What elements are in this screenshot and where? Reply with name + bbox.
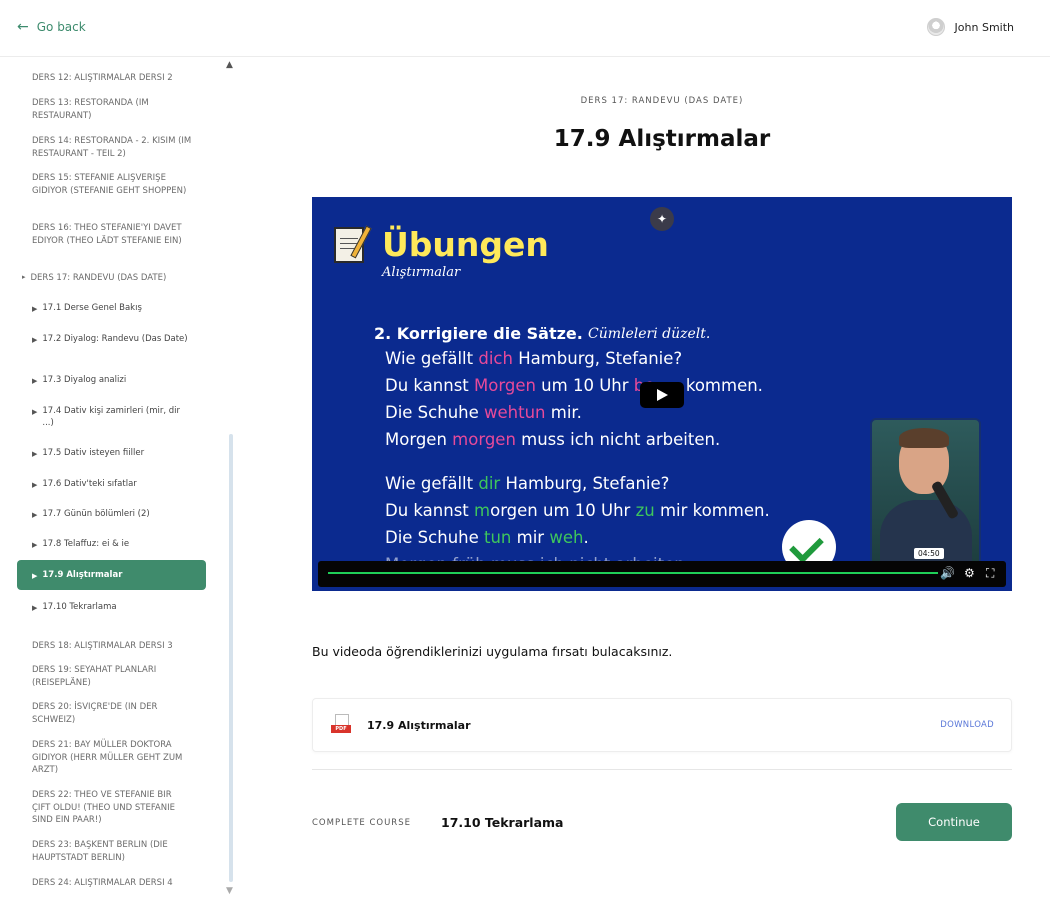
video-sentence: Morgen morgen muss ich nicht arbeiten. bbox=[385, 430, 721, 449]
sub-label: 17.8 Telaffuz: ei & ie bbox=[42, 539, 130, 549]
sidebar-lesson-19[interactable]: DERS 19: SEYAHAT PLANLARI (REISEPLÄNE) bbox=[32, 664, 192, 689]
gear-icon[interactable]: ⚙ bbox=[964, 566, 975, 580]
sub-label: 17.1 Derse Genel Bakış bbox=[42, 303, 142, 313]
divider bbox=[312, 769, 1012, 770]
video-sentence: Wie gefällt dir Hamburg, Stefanie? bbox=[385, 474, 670, 493]
sidebar-sub-17-7[interactable]: ▶ 17.7 Günün bölümleri (2) bbox=[32, 508, 192, 521]
go-back-label: Go back bbox=[36, 20, 86, 34]
chevron-down-icon[interactable]: ▼ bbox=[226, 886, 233, 896]
video-heading: Übungen bbox=[382, 225, 549, 264]
play-triangle-icon: ▶ bbox=[32, 481, 38, 489]
play-triangle-icon: ▶ bbox=[32, 541, 38, 549]
page-title: 17.9 Alıştırmalar bbox=[553, 126, 771, 152]
sub-label: 17.6 Dativ'teki sıfatlar bbox=[42, 479, 137, 489]
video-sentence: Wie gefällt dich Hamburg, Stefanie? bbox=[385, 349, 683, 368]
play-button[interactable] bbox=[640, 382, 684, 408]
next-lesson-title: 17.10 Tekrarlama bbox=[441, 815, 564, 830]
video-sentence: Du kannst morgen um 10 Uhr zu mir kommen… bbox=[385, 501, 770, 520]
sidebar-sub-17-9-active[interactable]: ▶ 17.9 Alıştırmalar bbox=[17, 560, 206, 590]
sidebar-lesson-14[interactable]: DERS 14: RESTORANDA - 2. KISIM (IM RESTA… bbox=[32, 135, 192, 160]
play-triangle-icon: ▶ bbox=[32, 408, 38, 416]
sidebar-sub-17-1[interactable]: ▶ 17.1 Derse Genel Bakış bbox=[32, 302, 192, 315]
play-triangle-icon: ▶ bbox=[32, 336, 38, 344]
play-triangle-icon: ▶ bbox=[32, 305, 38, 313]
video-sentence: Du kannst Morgen um 10 Uhr be kommen. bbox=[385, 376, 763, 395]
lesson-kicker: DERS 17: RANDEVU (DAS DATE) bbox=[580, 96, 744, 106]
sparkle-icon[interactable]: ✦ bbox=[650, 207, 674, 231]
video-sentence: Die Schuhe wehtun mir. bbox=[385, 403, 582, 422]
video-subheading: Alıştırmalar bbox=[382, 265, 461, 280]
course-sidebar: · · · ▲ ▼ DERS 12: ALIŞTIRMALAR DERSI 2 … bbox=[0, 57, 240, 900]
sidebar-lesson-17[interactable]: ▸ DERS 17: RANDEVU (DAS DATE) bbox=[22, 273, 166, 283]
sidebar-sub-17-10[interactable]: ▶ 17.10 Tekrarlama bbox=[32, 601, 192, 614]
user-menu[interactable]: John Smith bbox=[926, 18, 1014, 36]
expand-arrow-icon: ▸ bbox=[22, 273, 26, 281]
sub-label: 17.2 Diyalog: Randevu (Das Date) bbox=[42, 334, 188, 344]
volume-icon[interactable]: 🔊 bbox=[940, 566, 955, 580]
arrow-left-icon: ← bbox=[17, 19, 29, 35]
sidebar-lesson-23[interactable]: DERS 23: BAŞKENT BERLIN (DIE HAUPTSTADT … bbox=[32, 839, 192, 864]
sidebar-lesson-16[interactable]: DERS 16: THEO STEFANIE'YI DAVET EDIYOR (… bbox=[32, 222, 192, 247]
sub-label: 17.3 Diyalog analizi bbox=[42, 375, 127, 385]
sidebar-sub-17-6[interactable]: ▶ 17.6 Dativ'teki sıfatlar bbox=[32, 478, 192, 491]
clipped-item: · · · bbox=[32, 57, 46, 61]
time-tooltip: 04:50 bbox=[914, 548, 944, 559]
play-triangle-icon: ▶ bbox=[32, 377, 38, 385]
sub-label: 17.10 Tekrarlama bbox=[42, 602, 117, 612]
sidebar-lesson-20[interactable]: DERS 20: İSVIÇRE'DE (IN DER SCHWEIZ) bbox=[32, 701, 192, 726]
sidebar-lesson-12[interactable]: DERS 12: ALIŞTIRMALAR DERSI 2 bbox=[32, 72, 192, 85]
sidebar-lesson-18[interactable]: DERS 18: ALIŞTIRMALAR DERSI 3 bbox=[32, 640, 192, 653]
play-triangle-icon: ▶ bbox=[32, 604, 38, 612]
sub-label: 17.9 Alıştırmalar bbox=[42, 570, 123, 580]
video-player[interactable]: ✦ Übungen Alıştırmalar 2. Korrigiere die… bbox=[312, 197, 1012, 591]
go-back-link[interactable]: ← Go back bbox=[17, 20, 86, 34]
sidebar-scrollbar[interactable] bbox=[229, 434, 233, 882]
lesson-description: Bu videoda öğrendiklerinizi uygulama fır… bbox=[312, 644, 673, 659]
fullscreen-icon[interactable]: ⛶ bbox=[986, 566, 994, 581]
attachment-card: PDF 17.9 Alıştırmalar DOWNLOAD bbox=[312, 698, 1012, 752]
sidebar-sub-17-4[interactable]: ▶ 17.4 Dativ kişi zamirleri (mir, dir ...… bbox=[32, 405, 192, 429]
progress-bar[interactable] bbox=[328, 572, 938, 574]
sidebar-lesson-13[interactable]: DERS 13: RESTORANDA (IM RESTAURANT) bbox=[32, 97, 192, 122]
sidebar-sub-17-8[interactable]: ▶ 17.8 Telaffuz: ei & ie bbox=[32, 538, 192, 551]
presenter-hair bbox=[899, 428, 949, 448]
sub-label: 17.5 Dativ isteyen fiiller bbox=[42, 448, 145, 458]
video-controls: 04:50 🔊 ⚙ ⛶ bbox=[318, 548, 1006, 587]
sub-label: 17.7 Günün bölümleri (2) bbox=[42, 509, 150, 519]
continue-button[interactable]: Continue bbox=[896, 803, 1012, 841]
play-triangle-icon: ▶ bbox=[32, 511, 38, 519]
download-link[interactable]: DOWNLOAD bbox=[940, 720, 994, 730]
complete-course-label: COMPLETE COURSE bbox=[312, 818, 411, 828]
play-triangle-icon: ▶ bbox=[32, 450, 38, 458]
attachment-name: 17.9 Alıştırmalar bbox=[367, 719, 471, 732]
sidebar-lesson-17-label: DERS 17: RANDEVU (DAS DATE) bbox=[30, 273, 167, 283]
top-bar: ← Go back John Smith bbox=[0, 0, 1050, 57]
sub-label: 17.4 Dativ kişi zamirleri (mir, dir ...) bbox=[42, 406, 181, 428]
sidebar-sub-17-3[interactable]: ▶ 17.3 Diyalog analizi bbox=[32, 374, 192, 387]
pdf-icon: PDF bbox=[331, 714, 351, 736]
sidebar-lesson-15[interactable]: DERS 15: STEFANIE ALIŞVERIŞE GIDIYOR (ST… bbox=[32, 172, 192, 197]
video-sentence: Die Schuhe tun mir weh. bbox=[385, 528, 589, 547]
sidebar-sub-17-2[interactable]: ▶ 17.2 Diyalog: Randevu (Das Date) bbox=[32, 333, 192, 346]
sidebar-lesson-21[interactable]: DERS 21: BAY MÜLLER DOKTORA GIDIYOR (HER… bbox=[32, 739, 192, 777]
pdf-tag: PDF bbox=[331, 725, 351, 733]
video-task-translation: Cümleleri düzelt. bbox=[588, 326, 711, 342]
video-task: 2. Korrigiere die Sätze. bbox=[374, 324, 583, 343]
sidebar-lesson-22[interactable]: DERS 22: THEO VE STEFANIE BIR ÇIFT OLDU!… bbox=[32, 789, 192, 827]
chevron-up-icon[interactable]: ▲ bbox=[226, 60, 233, 70]
sidebar-sub-17-5[interactable]: ▶ 17.5 Dativ isteyen fiiller bbox=[32, 447, 192, 460]
sidebar-lesson-24[interactable]: DERS 24: ALIŞTIRMALAR DERSI 4 bbox=[32, 877, 192, 890]
play-triangle-icon: ▶ bbox=[32, 571, 38, 580]
user-name: John Smith bbox=[954, 20, 1014, 34]
avatar bbox=[926, 18, 945, 36]
